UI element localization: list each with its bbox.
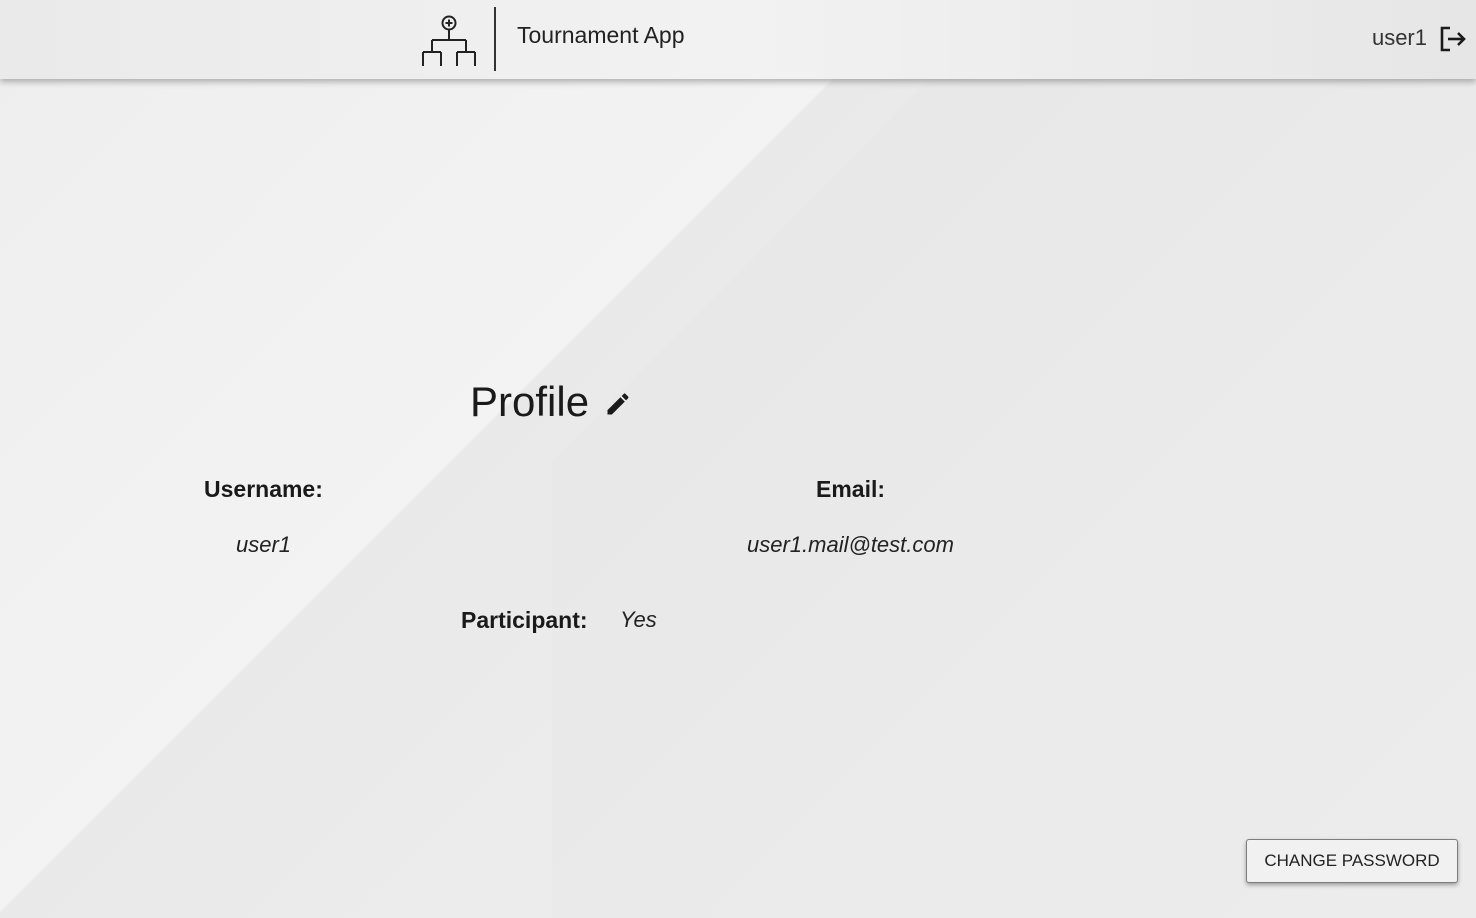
username-value: user1 <box>236 532 292 557</box>
logout-icon[interactable] <box>1439 26 1467 52</box>
participant-label: Participant: <box>461 607 588 633</box>
page-title: Profile <box>470 378 590 425</box>
username-label: Username: <box>204 476 323 502</box>
participant-value: Yes <box>620 607 657 632</box>
background-decoration <box>552 79 1476 918</box>
pencil-icon[interactable] <box>604 390 632 418</box>
top-bar: Tournament App user1 <box>0 0 1476 79</box>
tournament-bracket-icon <box>422 15 476 66</box>
header-divider <box>494 7 496 71</box>
email-label: Email: <box>816 476 886 502</box>
change-password-button[interactable]: CHANGE PASSWORD <box>1246 839 1458 883</box>
app-title: Tournament App <box>517 22 685 48</box>
email-value: user1.mail@test.com <box>747 532 954 557</box>
current-username: user1 <box>1371 25 1427 50</box>
